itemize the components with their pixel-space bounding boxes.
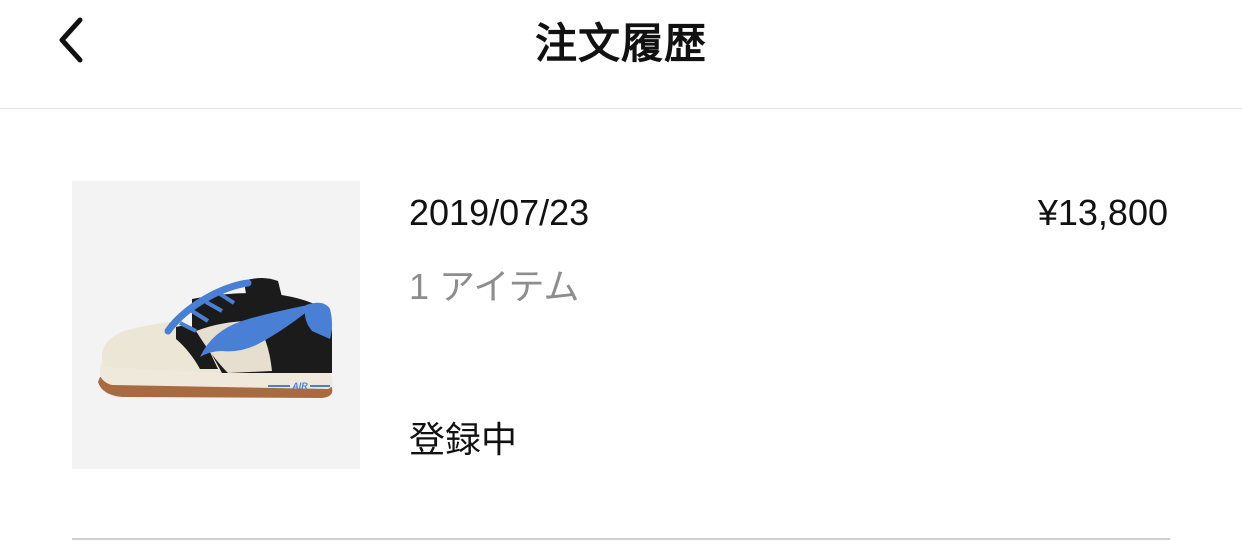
sneaker-image: AIR (98, 278, 333, 398)
order-date: 2019/07/23 (409, 192, 590, 233)
order-status: 登録中 (409, 420, 518, 461)
order-price: ¥13,800 (1037, 192, 1168, 233)
order-item-count: 1 アイテム (409, 266, 580, 307)
product-thumbnail: AIR (72, 181, 360, 469)
air-midsole-label: AIR (291, 381, 308, 391)
page-title: 注文履歴 (534, 19, 707, 68)
navigation-bar: 注文履歴 (0, 0, 1242, 109)
divider (72, 538, 1170, 540)
order-list-item[interactable]: AIR 2019/07/23 ¥13,800 1 アイテム 登録中 (72, 181, 1170, 469)
